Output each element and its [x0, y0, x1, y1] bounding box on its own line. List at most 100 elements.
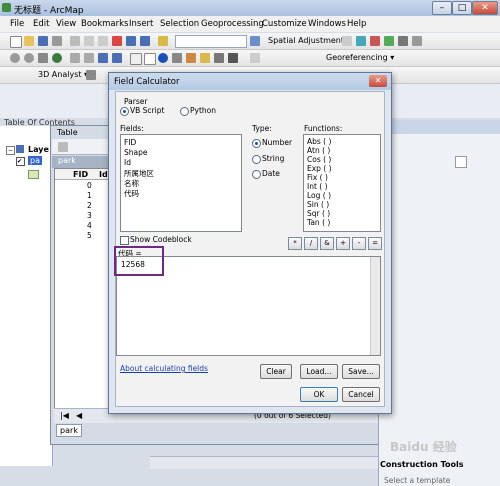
table-row[interactable]: 0 [87, 181, 92, 190]
menu-windows[interactable]: Windows [308, 19, 346, 29]
find-icon[interactable] [172, 53, 182, 63]
fixed-zoom-out-icon[interactable] [84, 53, 94, 63]
collapse-icon[interactable]: − [6, 146, 15, 155]
displacement-icon[interactable] [370, 36, 380, 46]
column-header-id[interactable]: Id [99, 170, 108, 179]
forward-extent-icon[interactable] [112, 53, 122, 63]
divide-button[interactable]: / [304, 237, 318, 250]
concatenate-button[interactable]: & [320, 237, 334, 250]
table-row[interactable]: 4 [87, 221, 92, 230]
table-row[interactable]: 5 [87, 231, 92, 240]
back-extent-icon[interactable] [98, 53, 108, 63]
maximize-button[interactable]: □ [452, 1, 472, 15]
hyperlink-icon[interactable] [200, 53, 210, 63]
link-tool-icon[interactable] [356, 36, 366, 46]
editor-icon[interactable] [250, 36, 260, 46]
menu-geoprocessing[interactable]: Geoprocessing [201, 19, 264, 29]
scale-dropdown[interactable] [175, 35, 247, 48]
georeferencing-dropdown[interactable]: Georeferencing ▾ [326, 53, 394, 62]
function-item[interactable]: Atn ( ) [307, 146, 330, 155]
spatial-adjustment-dropdown[interactable]: Spatial Adjustment ▾ [268, 36, 351, 45]
function-item[interactable]: Abs ( ) [307, 137, 331, 146]
about-calculating-link[interactable]: About calculating fields [120, 364, 208, 373]
show-codeblock-checkbox[interactable] [120, 236, 129, 245]
layer-checkbox[interactable]: ✔ [16, 157, 25, 166]
menu-view[interactable]: View [56, 19, 76, 29]
table-row[interactable]: 3 [87, 211, 92, 220]
bottom-tab-park[interactable]: park [56, 424, 82, 437]
table-row[interactable]: 1 [87, 191, 92, 200]
layer-park-label[interactable]: pa [28, 156, 42, 165]
new-icon[interactable] [10, 36, 22, 48]
function-item[interactable]: Sqr ( ) [307, 209, 330, 218]
delete-icon[interactable] [112, 36, 122, 46]
function-item[interactable]: Cos ( ) [307, 155, 331, 164]
menu-selection[interactable]: Selection [160, 19, 199, 29]
function-item[interactable]: Exp ( ) [307, 164, 332, 173]
save-button[interactable]: Save... [342, 364, 380, 379]
pan-icon[interactable] [38, 53, 48, 63]
menu-insert[interactable]: Insert [129, 19, 153, 29]
html-popup-icon[interactable] [214, 53, 224, 63]
menu-edit[interactable]: Edit [33, 19, 49, 29]
table-tab-park[interactable]: park [52, 156, 112, 168]
previous-record-icon[interactable]: ◀ [76, 411, 82, 420]
ok-button[interactable]: OK [300, 387, 338, 402]
save-icon[interactable] [38, 36, 48, 46]
cut-icon[interactable] [70, 36, 80, 46]
full-extent-icon[interactable] [52, 53, 62, 63]
multiply-button[interactable]: * [288, 237, 302, 250]
identity-link-icon[interactable] [384, 36, 394, 46]
menu-bookmarks[interactable]: Bookmarks [81, 19, 129, 29]
expression-scrollbar[interactable] [370, 257, 380, 355]
layer-tool-icon[interactable] [250, 53, 260, 63]
vbscript-radio[interactable] [120, 107, 129, 116]
zoom-out-icon[interactable] [24, 53, 34, 63]
select-elements-icon[interactable] [144, 53, 156, 65]
function-item[interactable]: Fix ( ) [307, 173, 328, 182]
table-row[interactable]: 2 [87, 201, 92, 210]
undo-icon[interactable] [126, 36, 136, 46]
print-icon[interactable] [52, 36, 62, 46]
function-item[interactable]: Int ( ) [307, 182, 328, 191]
3d-tool-icon[interactable] [86, 70, 96, 80]
equals-button[interactable]: = [368, 237, 382, 250]
type-date-radio[interactable] [252, 170, 261, 179]
minus-button[interactable]: - [352, 237, 366, 250]
first-record-icon[interactable]: |◀ [60, 411, 69, 420]
template-icon[interactable] [455, 156, 467, 168]
field-item[interactable]: Shape [124, 148, 148, 157]
function-item[interactable]: Tan ( ) [307, 218, 330, 227]
plus-button[interactable]: + [336, 237, 350, 250]
type-number-radio[interactable] [252, 139, 261, 148]
dialog-close-button[interactable]: ✕ [369, 75, 387, 87]
adjust-tool-icon[interactable] [342, 36, 352, 46]
column-header-fid[interactable]: FID [73, 170, 88, 179]
fixed-zoom-in-icon[interactable] [70, 53, 80, 63]
python-radio[interactable] [180, 107, 189, 116]
field-item[interactable]: Id [124, 158, 131, 167]
paste-icon[interactable] [98, 36, 108, 46]
menu-help[interactable]: Help [347, 19, 366, 29]
identify-icon[interactable] [158, 53, 168, 63]
select-features-icon[interactable] [130, 53, 142, 65]
field-item[interactable]: 代码 [124, 188, 139, 199]
add-data-icon[interactable] [158, 36, 168, 46]
cancel-button[interactable]: Cancel [342, 387, 380, 402]
table-options-icon[interactable] [58, 142, 68, 152]
open-icon[interactable] [24, 36, 34, 46]
close-button[interactable]: ✕ [472, 1, 498, 15]
measure-icon[interactable] [186, 53, 196, 63]
type-string-radio[interactable] [252, 155, 261, 164]
multi-link-icon[interactable] [398, 36, 408, 46]
time-slider-icon[interactable] [228, 53, 238, 63]
3d-analyst-dropdown[interactable]: 3D Analyst ▾ [38, 70, 88, 79]
redo-icon[interactable] [140, 36, 150, 46]
function-item[interactable]: Sin ( ) [307, 200, 329, 209]
menu-customize[interactable]: Customize [262, 19, 307, 29]
function-item[interactable]: Log ( ) [307, 191, 331, 200]
clear-button[interactable]: Clear [260, 364, 292, 379]
field-item[interactable]: FID [124, 138, 136, 147]
load-button[interactable]: Load... [300, 364, 338, 379]
minimize-button[interactable]: – [432, 1, 452, 15]
